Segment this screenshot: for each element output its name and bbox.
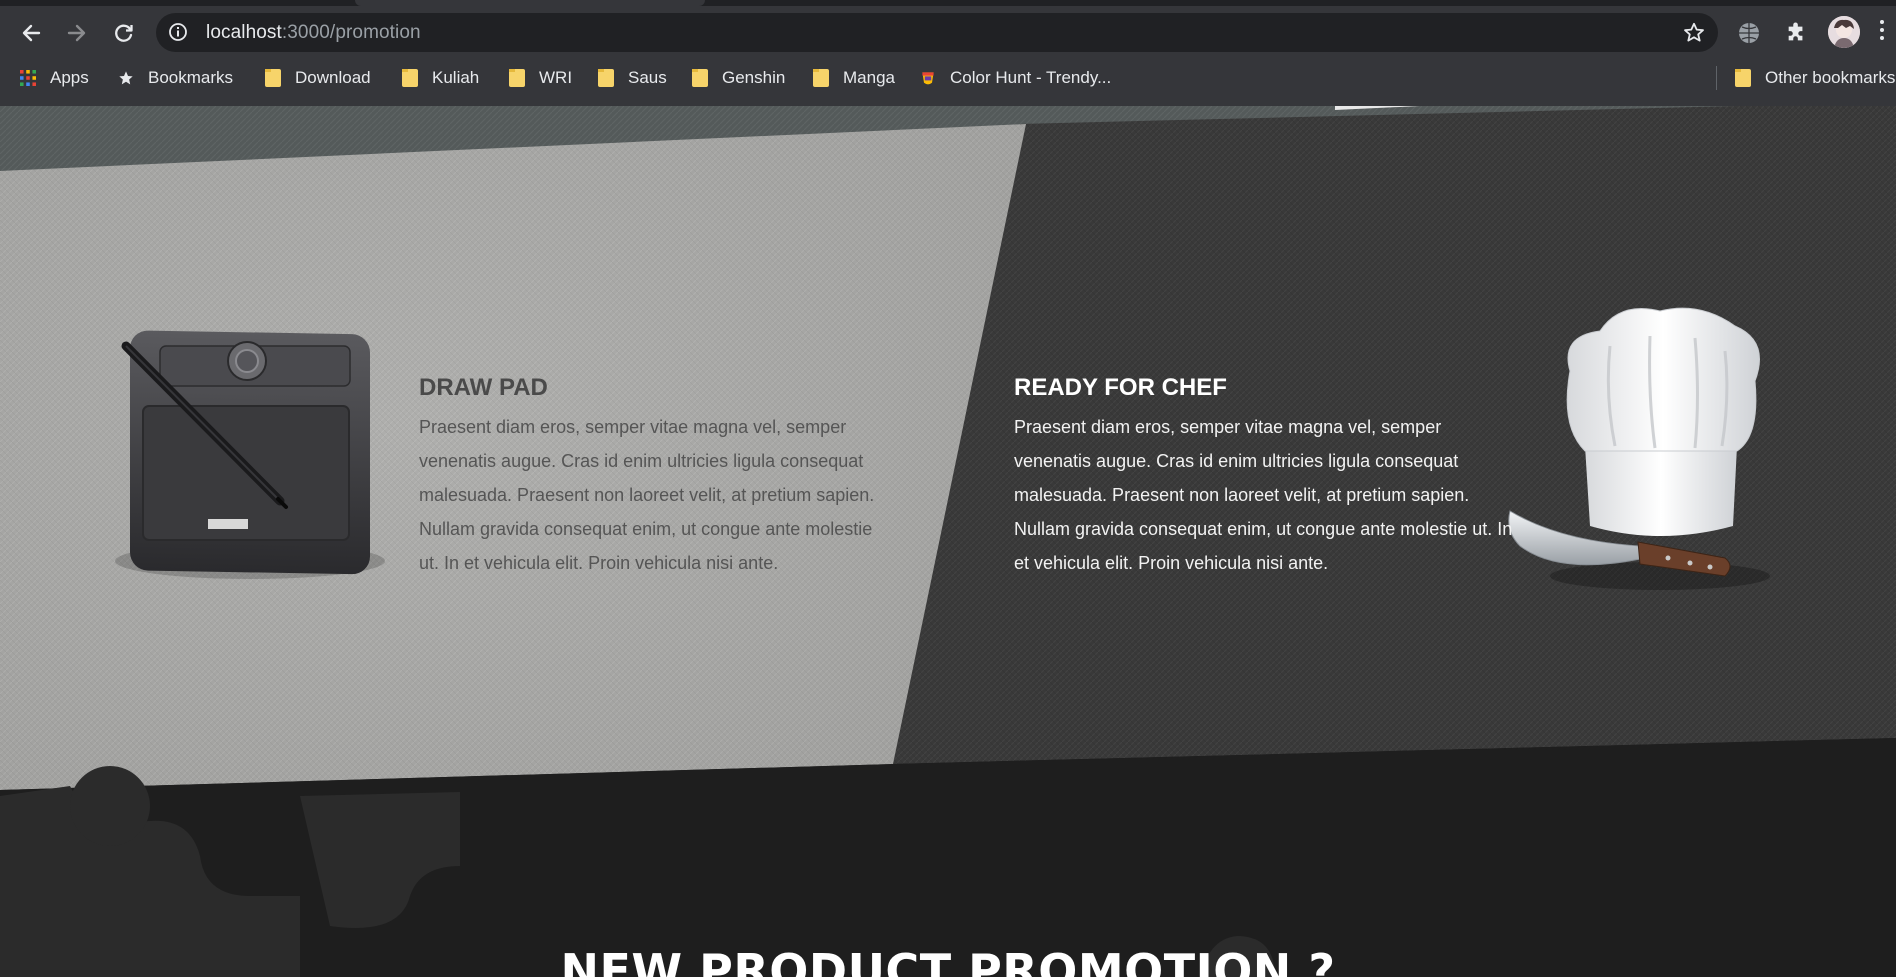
bookmarks-bar: Apps Bookmarks Download Kuliah WRI Saus …	[0, 62, 1896, 94]
colorhunt-icon	[922, 72, 934, 85]
reload-icon	[115, 24, 133, 42]
bookmark-star-icon[interactable]	[1682, 21, 1706, 45]
forward-button[interactable]	[60, 16, 94, 50]
globe-icon	[1739, 23, 1759, 43]
globe-extension-button[interactable]	[1734, 18, 1764, 48]
chef-paragraph: Praesent diam eros, semper vitae magna v…	[1014, 417, 1513, 573]
draw-pad-image	[115, 330, 385, 579]
bookmark-label: Color Hunt - Trendy...	[950, 68, 1112, 87]
bookmark-label: Kuliah	[432, 68, 480, 87]
draw-pad-paragraph: Praesent diam eros, semper vitae magna v…	[419, 417, 875, 505]
avatar-image	[1828, 16, 1860, 48]
apps-grid-icon	[20, 70, 36, 86]
page-content: DRAW PAD Praesent diam eros, semper vita…	[0, 106, 1896, 977]
bookmark-label: Genshin	[722, 68, 786, 87]
bookmark-label: Saus	[628, 68, 667, 87]
site-info-icon[interactable]	[168, 22, 188, 42]
bookmark-wri[interactable]: WRI	[509, 62, 572, 94]
folder-icon	[692, 69, 708, 87]
promotion-section-title: NEW PRODUCT PROMOTION ?	[560, 944, 1336, 977]
draw-pad-description: Praesent diam eros, semper vitae magna v…	[419, 410, 889, 580]
browser-menu-icon[interactable]	[1880, 20, 1886, 44]
folder-icon	[813, 69, 829, 87]
profile-avatar[interactable]	[1828, 16, 1860, 48]
bookmark-label: Bookmarks	[148, 68, 234, 87]
url-text[interactable]: localhost:3000/promotion	[206, 22, 421, 44]
bookmark-apps[interactable]: Apps	[20, 62, 89, 94]
draw-pad-title: DRAW PAD	[419, 373, 548, 401]
back-button[interactable]	[14, 16, 48, 50]
bookmark-bookmarks[interactable]: Bookmarks	[118, 62, 233, 94]
folder-icon	[402, 69, 418, 87]
browser-toolbar: localhost:3000/promotion	[0, 6, 1896, 60]
bookmark-download[interactable]: Download	[265, 62, 371, 94]
bookmark-label: WRI	[539, 68, 573, 87]
extensions-button[interactable]	[1781, 18, 1811, 48]
draw-pad-paragraph: Nullam gravida consequat enim, ut congue…	[419, 519, 873, 573]
bookmark-kuliah[interactable]: Kuliah	[402, 62, 479, 94]
bookmark-label: Download	[295, 68, 371, 87]
url-path: :3000/promotion	[281, 22, 421, 43]
bookmark-colorhunt[interactable]: Color Hunt - Trendy...	[920, 62, 1111, 94]
back-arrow-icon	[22, 24, 41, 42]
browser-chrome: localhost:3000/promotion Apps Bookmarks …	[0, 0, 1896, 106]
bookmark-manga[interactable]: Manga	[813, 62, 895, 94]
chef-description: Praesent diam eros, semper vitae magna v…	[1014, 410, 1514, 580]
puzzle-piece-icon	[1788, 22, 1803, 41]
bookmark-label: Apps	[50, 68, 89, 87]
bookmark-saus[interactable]: Saus	[598, 62, 667, 94]
url-host: localhost	[206, 22, 282, 43]
bookmark-label: Other bookmarks	[1765, 68, 1896, 87]
reload-button[interactable]	[107, 16, 141, 50]
address-bar[interactable]: localhost:3000/promotion	[156, 13, 1718, 52]
promotion-background	[0, 106, 1896, 977]
folder-icon	[265, 69, 281, 87]
bookmark-genshin[interactable]: Genshin	[692, 62, 785, 94]
bookmark-other-bookmarks[interactable]: Other bookmarks	[1735, 62, 1895, 94]
folder-icon	[598, 69, 614, 87]
folder-icon	[1735, 69, 1751, 87]
forward-arrow-icon	[67, 24, 86, 42]
bookmark-label: Manga	[843, 68, 895, 87]
star-icon	[119, 71, 133, 85]
folder-icon	[509, 69, 525, 87]
chef-title: READY FOR CHEF	[1014, 373, 1227, 401]
bookmarks-separator	[1716, 66, 1717, 90]
